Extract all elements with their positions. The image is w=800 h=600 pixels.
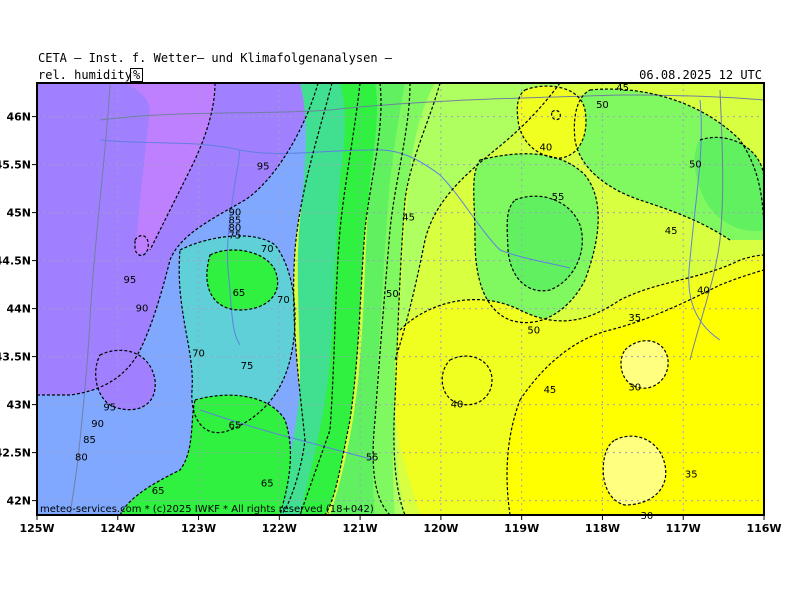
contour-label: 45 bbox=[402, 212, 415, 223]
x-tick-label: 116W bbox=[746, 522, 781, 535]
x-tick-label: 122W bbox=[262, 522, 297, 535]
contour-label: 65 bbox=[229, 421, 242, 432]
x-tick-label: 123W bbox=[181, 522, 216, 535]
x-tick-label: 124W bbox=[100, 522, 135, 535]
y-tick-label: 43.5N bbox=[0, 351, 31, 364]
contour-label: 65 bbox=[261, 478, 274, 489]
y-tick-label: 45N bbox=[6, 207, 31, 220]
x-tick-label: 117W bbox=[666, 522, 701, 535]
y-tick-label: 46N bbox=[6, 111, 31, 124]
contour-label: 95 bbox=[257, 162, 270, 173]
contour-label: 70 bbox=[261, 244, 274, 255]
x-tick-label: 119W bbox=[504, 522, 539, 535]
contour-label: 50 bbox=[527, 326, 540, 337]
contour-label: 45 bbox=[616, 83, 629, 94]
contour-label: 70 bbox=[192, 349, 205, 360]
contour-label: 45 bbox=[665, 226, 678, 237]
y-tick-label: 44.5N bbox=[0, 255, 31, 268]
contour-label: 40 bbox=[451, 400, 464, 411]
x-tick-label: 125W bbox=[19, 522, 54, 535]
contour-label: 55 bbox=[366, 452, 379, 463]
contour-label: 75 bbox=[241, 361, 254, 372]
contour-label: 35 bbox=[685, 470, 698, 481]
contour-label: 70 bbox=[277, 295, 290, 306]
y-tick-label: 45.5N bbox=[0, 159, 31, 172]
x-tick-label: 120W bbox=[423, 522, 458, 535]
contour-label: 75 bbox=[229, 231, 242, 242]
contour-label: 90 bbox=[136, 304, 149, 315]
contour-label: 40 bbox=[697, 285, 710, 296]
humidity-map: 9590858075709590657070759590858065656555… bbox=[0, 82, 782, 535]
y-tick-label: 42.5N bbox=[0, 447, 31, 460]
contour-label: 40 bbox=[540, 142, 553, 153]
y-tick-label: 44N bbox=[6, 303, 31, 316]
contour-label: 95 bbox=[124, 275, 137, 286]
contour-label: 30 bbox=[641, 511, 654, 522]
contour-label: 65 bbox=[233, 288, 246, 299]
contour-label: 85 bbox=[83, 435, 96, 446]
contour-label: 35 bbox=[628, 313, 641, 324]
contour-label: 55 bbox=[552, 192, 565, 203]
contour-label: 50 bbox=[386, 289, 399, 300]
contour-label: 65 bbox=[152, 486, 165, 497]
contour-label: 45 bbox=[544, 385, 557, 396]
y-tick-label: 43N bbox=[6, 399, 31, 412]
contour-label: 50 bbox=[596, 100, 609, 111]
contour-label: 90 bbox=[91, 419, 104, 430]
x-tick-label: 121W bbox=[343, 522, 378, 535]
contour-label: 50 bbox=[689, 160, 702, 171]
contour-label: 80 bbox=[75, 452, 88, 463]
footer-copyright: meteo-services.com * (c)2025 IWKF * All … bbox=[40, 504, 374, 515]
x-tick-label: 118W bbox=[585, 522, 620, 535]
contour-label: 95 bbox=[103, 402, 116, 413]
y-tick-label: 42N bbox=[6, 495, 31, 508]
contour-label: 30 bbox=[628, 382, 641, 393]
